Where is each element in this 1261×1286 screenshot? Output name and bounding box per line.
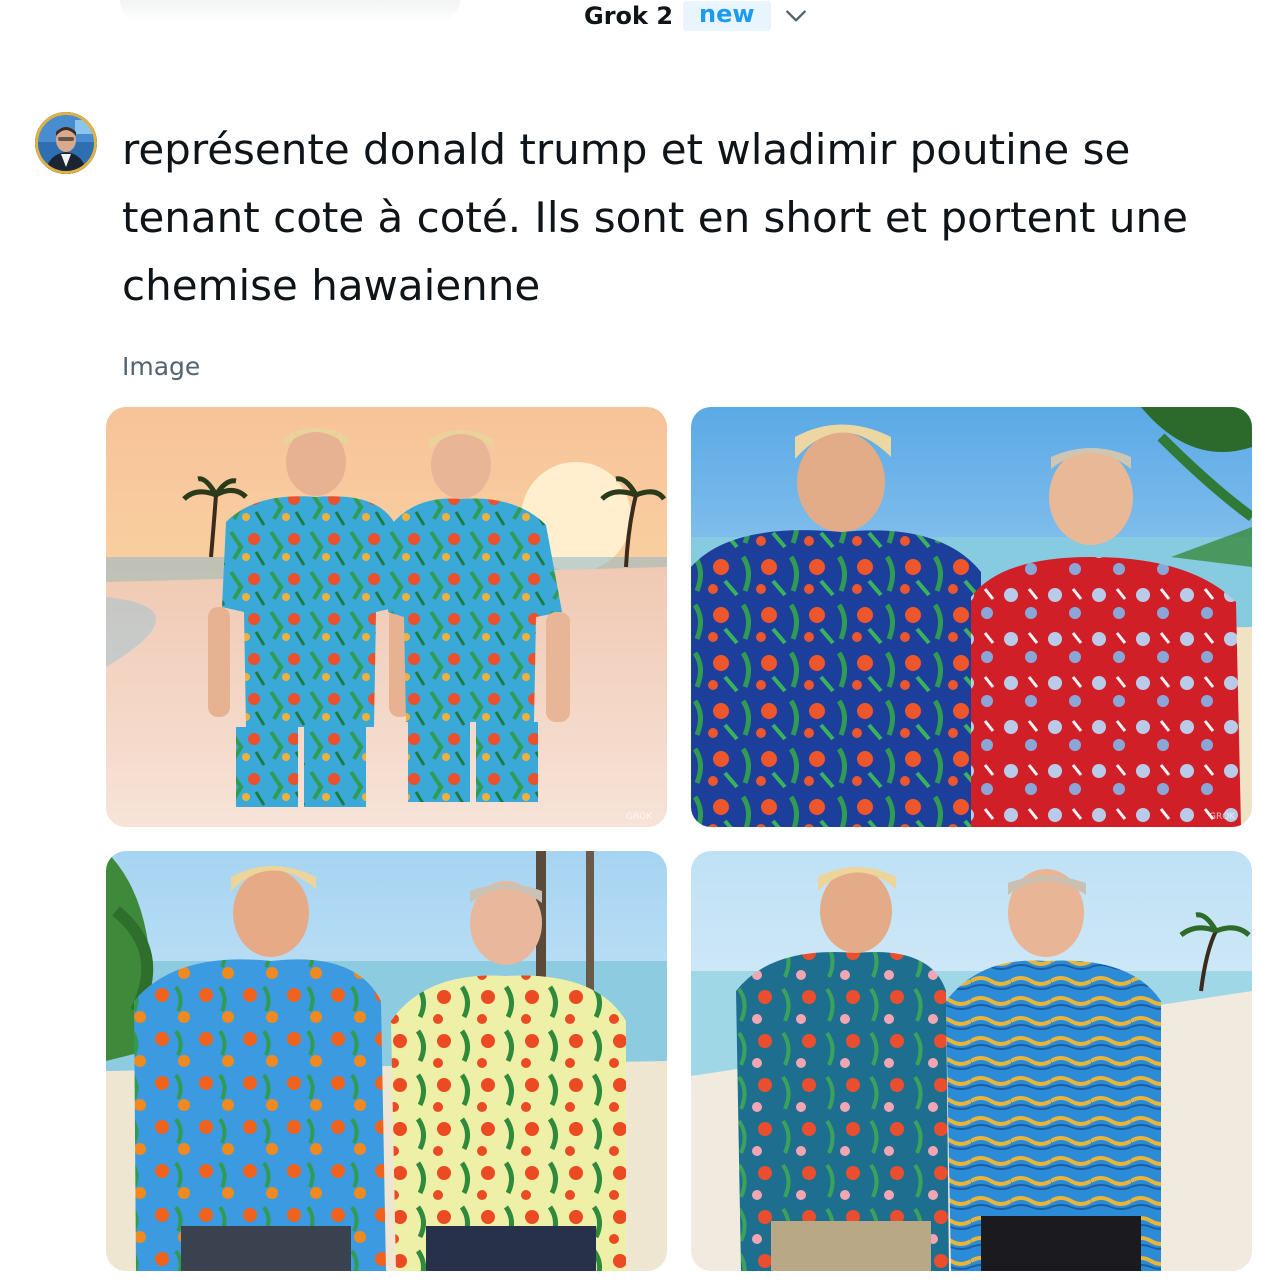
user-avatar[interactable]: [35, 112, 97, 174]
generated-image-4-picture: [691, 851, 1252, 1271]
watermark: GROK: [626, 812, 653, 822]
result-type-label: Image: [122, 352, 201, 381]
generated-image-3[interactable]: [106, 851, 667, 1271]
chevron-down-icon[interactable]: [783, 3, 809, 29]
user-prompt: représente donald trump et wladimir pout…: [122, 125, 1188, 310]
generated-image-1[interactable]: GROK: [106, 407, 667, 827]
generated-image-1-picture: GROK: [106, 407, 667, 827]
new-badge: new: [683, 1, 771, 31]
watermark: GROK: [1209, 812, 1236, 822]
generated-image-4[interactable]: [691, 851, 1252, 1271]
generated-image-2-picture: GROK: [691, 407, 1252, 827]
model-name: Grok 2: [584, 2, 674, 30]
avatar-image: [35, 112, 97, 174]
generated-image-2[interactable]: GROK: [691, 407, 1252, 827]
model-selector[interactable]: Grok 2 new: [584, 0, 809, 32]
top-scroll-fade: [120, 0, 460, 22]
generated-image-3-picture: [106, 851, 667, 1271]
